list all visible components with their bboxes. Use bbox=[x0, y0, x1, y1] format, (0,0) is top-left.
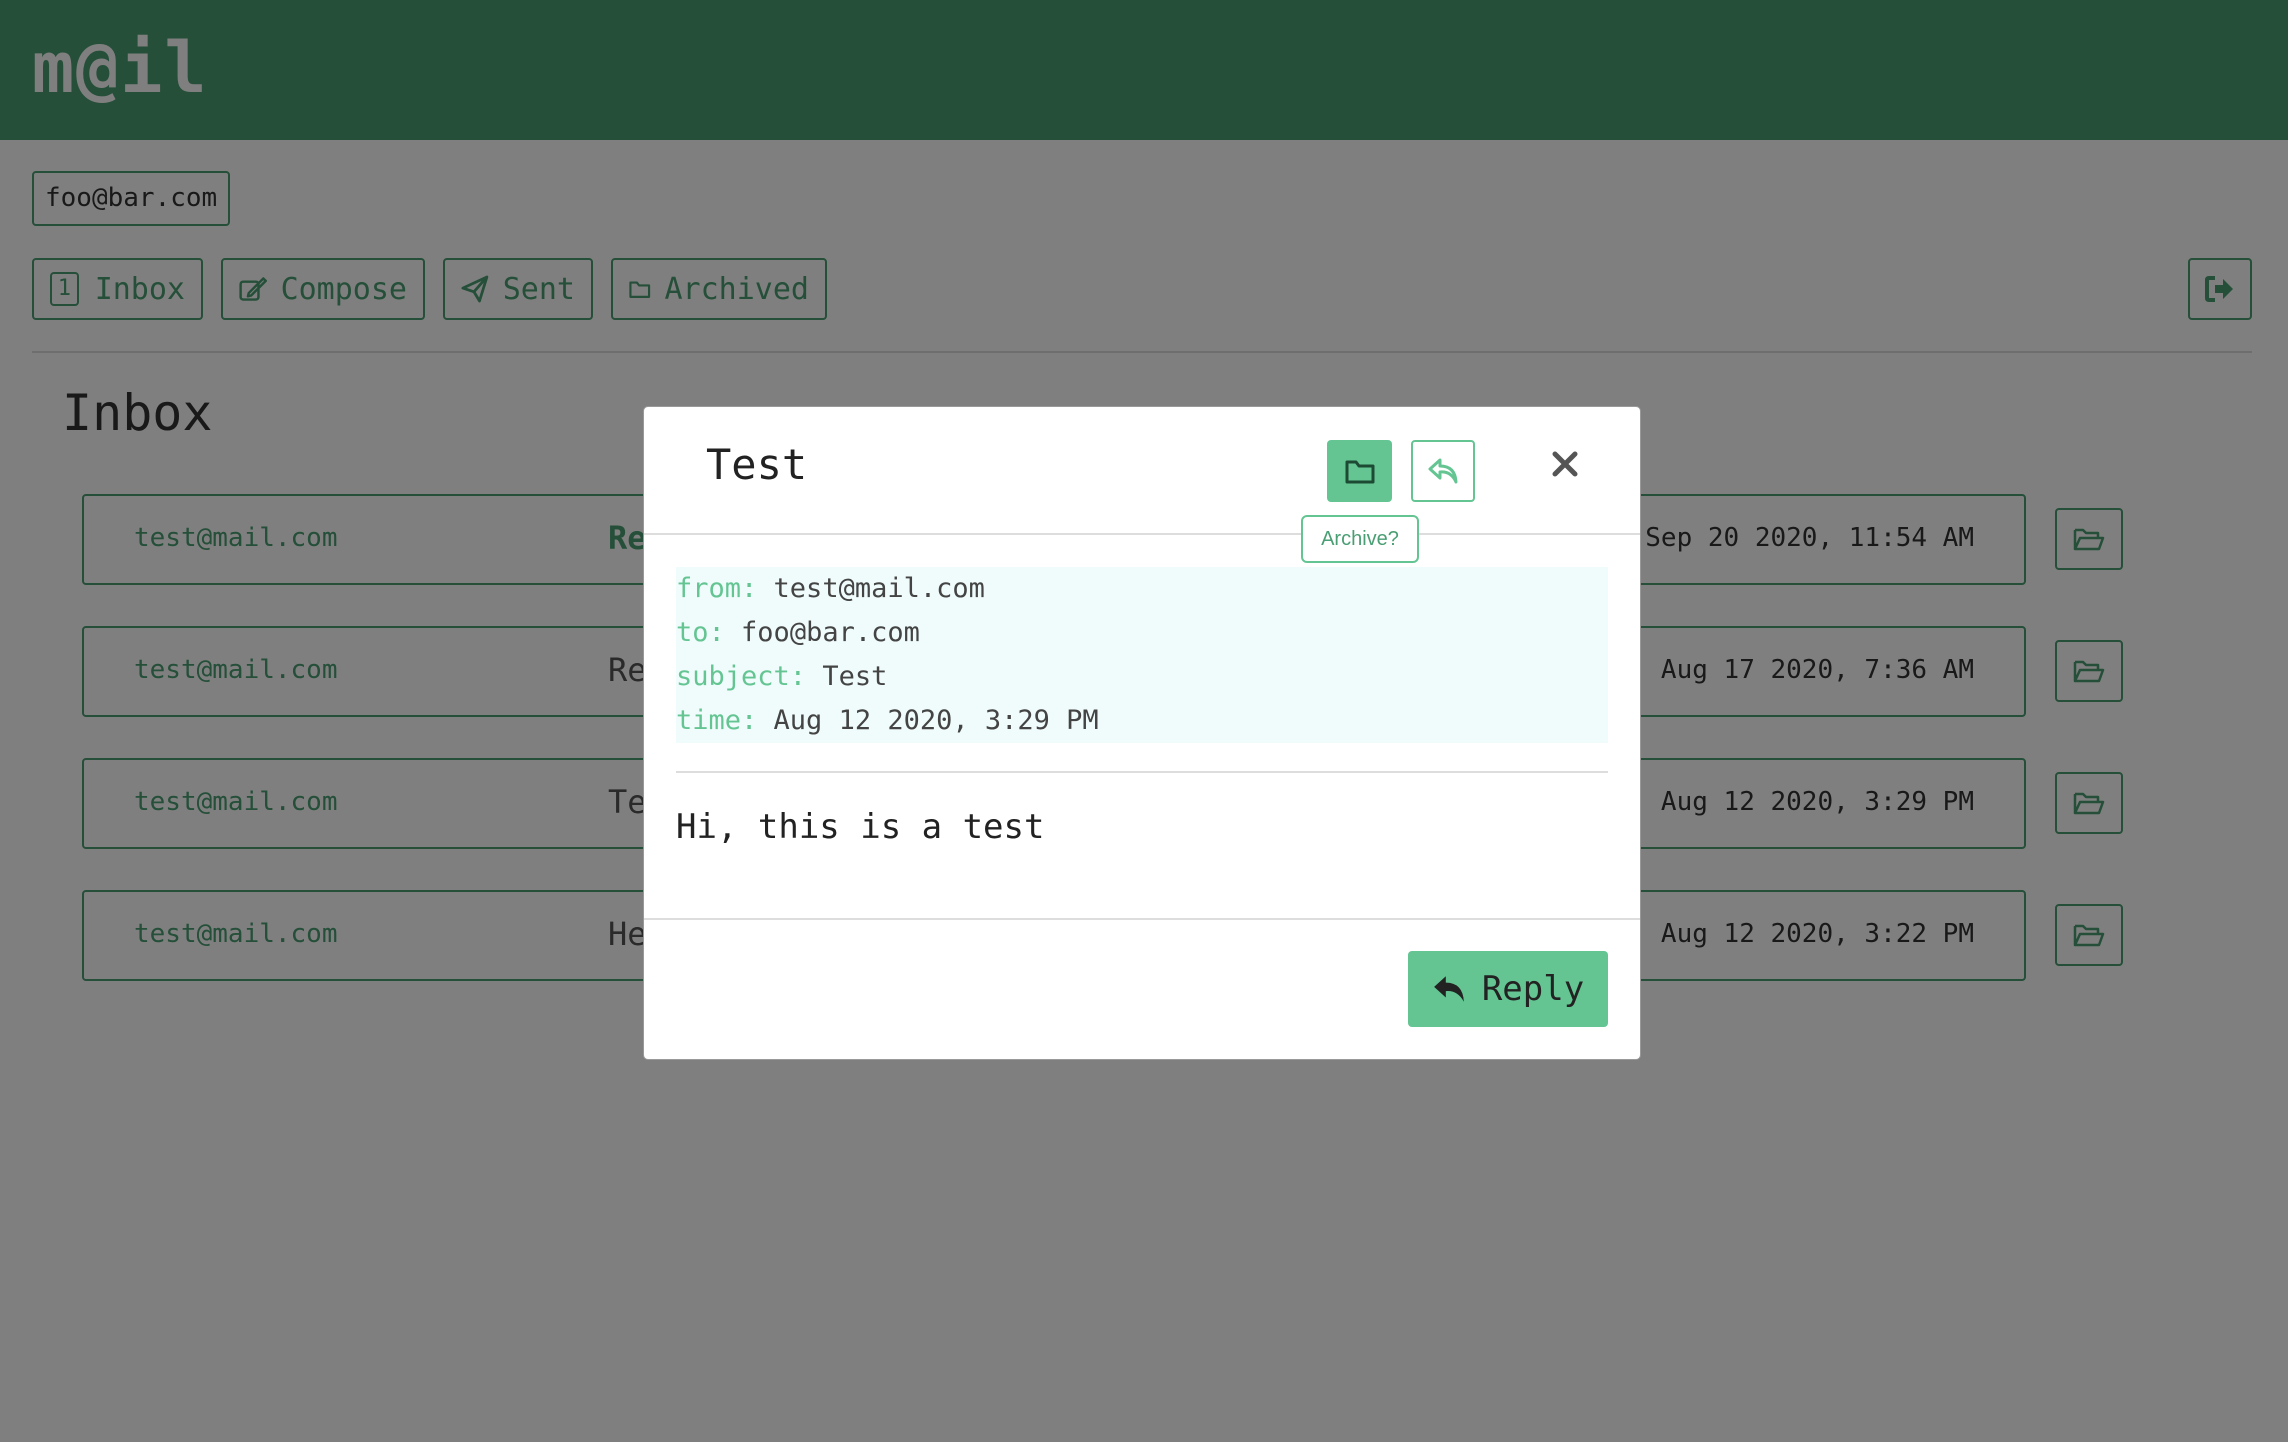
meta-time-key: time: bbox=[676, 705, 758, 736]
reply-button-label: Reply bbox=[1481, 969, 1585, 1009]
mail-modal: Test Archive? from: test@mail.com to: fo… bbox=[643, 406, 1641, 1060]
meta-time-value: Aug 12 2020, 3:29 PM bbox=[773, 705, 1099, 736]
mail-meta: from: test@mail.com to: foo@bar.com subj… bbox=[676, 567, 1608, 743]
folder-icon bbox=[1345, 460, 1374, 484]
archive-tooltip: Archive? bbox=[1301, 515, 1419, 563]
modal-footer-divider bbox=[644, 918, 1640, 920]
modal-close-button[interactable] bbox=[1544, 443, 1586, 485]
modal-archive-button[interactable] bbox=[1327, 440, 1392, 502]
mail-body: Hi, this is a test bbox=[676, 807, 1045, 847]
meta-to-value: foo@bar.com bbox=[741, 617, 920, 648]
meta-subject-key: subject: bbox=[676, 661, 807, 692]
meta-from-value: test@mail.com bbox=[773, 573, 985, 604]
meta-divider bbox=[676, 771, 1608, 773]
close-icon bbox=[1552, 451, 1578, 477]
meta-time: time: Aug 12 2020, 3:29 PM bbox=[676, 699, 1608, 743]
reply-icon bbox=[1433, 976, 1464, 1002]
meta-from-key: from: bbox=[676, 573, 758, 604]
meta-to-key: to: bbox=[676, 617, 725, 648]
modal-header-divider bbox=[644, 533, 1640, 535]
modal-reply-icon-button[interactable] bbox=[1411, 440, 1475, 502]
meta-subject: subject: Test bbox=[676, 655, 1608, 699]
meta-to: to: foo@bar.com bbox=[676, 611, 1608, 655]
reply-button[interactable]: Reply bbox=[1408, 951, 1608, 1027]
modal-title: Test bbox=[706, 440, 808, 489]
meta-from: from: test@mail.com bbox=[676, 567, 1608, 611]
reply-icon bbox=[1428, 458, 1458, 484]
meta-subject-value: Test bbox=[822, 661, 888, 692]
